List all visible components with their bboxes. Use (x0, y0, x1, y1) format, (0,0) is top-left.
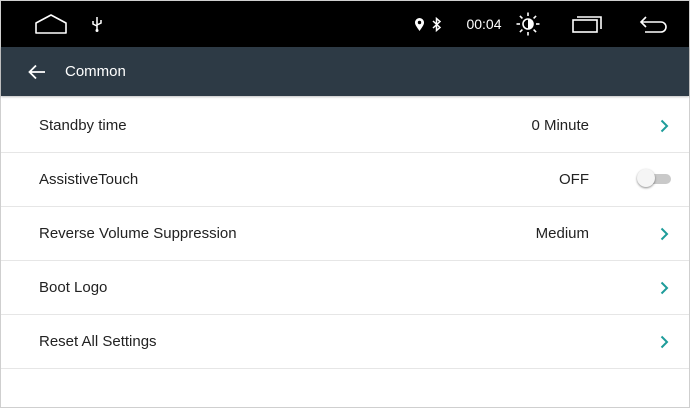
setting-label: Standby time (39, 117, 127, 134)
settings-list: Standby time 0 Minute AssistiveTouch OFF… (1, 99, 689, 369)
usb-icon (87, 1, 107, 47)
setting-value: Medium (535, 225, 589, 242)
bluetooth-icon (429, 1, 445, 47)
home-icon[interactable] (31, 1, 71, 47)
brightness-icon[interactable] (513, 1, 543, 47)
chevron-right-icon[interactable] (657, 99, 671, 152)
page-title: Common (65, 63, 126, 80)
back-icon[interactable] (633, 1, 673, 47)
status-bar: 00:04 (1, 1, 689, 47)
setting-row-reset-all-settings[interactable]: Reset All Settings (1, 315, 689, 369)
setting-row-standby-time[interactable]: Standby time 0 Minute (1, 99, 689, 153)
clock-time: 00:04 (466, 16, 502, 32)
recent-apps-icon[interactable] (569, 1, 605, 47)
arrow-left-icon[interactable] (25, 47, 49, 96)
setting-label: Reverse Volume Suppression (39, 225, 237, 242)
setting-row-assistivetouch[interactable]: AssistiveTouch OFF (1, 153, 689, 207)
setting-label: Boot Logo (39, 279, 108, 296)
chevron-right-icon[interactable] (657, 207, 671, 260)
toggle-thumb (637, 169, 655, 187)
title-bar: Common (1, 47, 689, 96)
location-icon (411, 1, 427, 47)
setting-value: 0 Minute (531, 117, 589, 134)
setting-row-boot-logo[interactable]: Boot Logo (1, 261, 689, 315)
setting-value: OFF (559, 171, 589, 188)
setting-label: AssistiveTouch (39, 171, 139, 188)
chevron-right-icon[interactable] (657, 261, 671, 314)
assistivetouch-toggle[interactable] (637, 169, 671, 187)
setting-label: Reset All Settings (39, 333, 157, 350)
setting-row-reverse-volume-suppression[interactable]: Reverse Volume Suppression Medium (1, 207, 689, 261)
chevron-right-icon[interactable] (657, 315, 671, 368)
